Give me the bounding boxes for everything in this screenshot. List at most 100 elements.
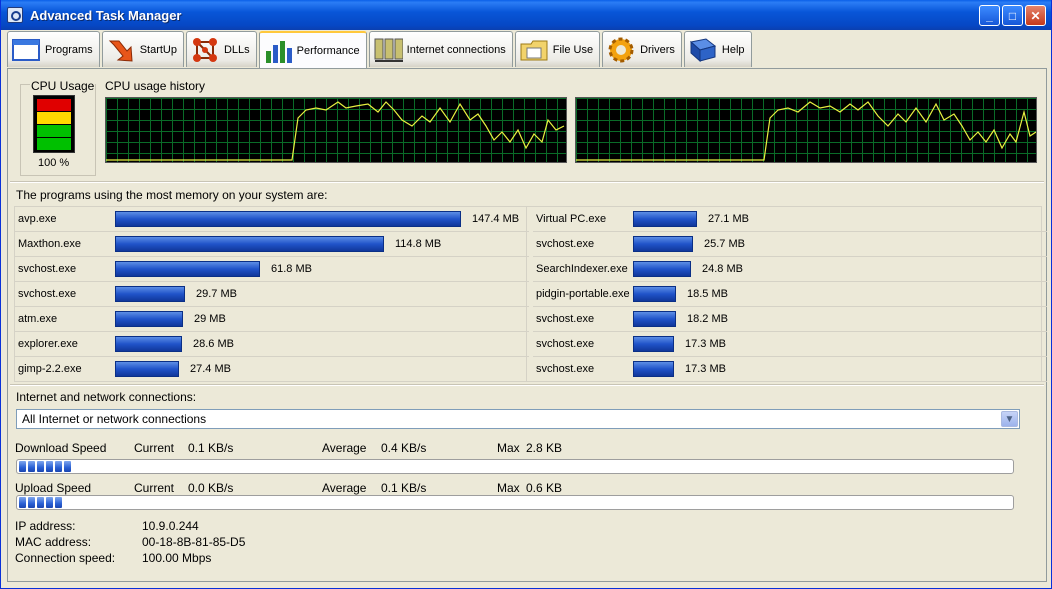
upload-speed-row: Upload Speed Current 0.0 KB/s Average 0.… <box>15 481 1015 495</box>
connection-select-value: All Internet or network connections <box>22 412 207 426</box>
maximize-button[interactable]: □ <box>1002 5 1023 26</box>
column-divider <box>526 206 527 382</box>
progress-segment <box>28 461 35 472</box>
download-current-label: Current <box>134 441 175 455</box>
startup-arrow-icon <box>106 35 136 65</box>
download-speed-label: Download Speed <box>15 441 107 455</box>
memory-size: 27.1 MB <box>708 213 749 225</box>
process-name: svchost.exe <box>536 338 595 350</box>
process-name: Virtual PC.exe <box>536 213 607 225</box>
download-progress-fill <box>19 461 1011 472</box>
performance-panel: CPU Usage 100 % CPU usage history The pr… <box>7 68 1047 582</box>
memory-size: 29.7 MB <box>196 288 237 300</box>
separator <box>10 181 1044 183</box>
tab-performance[interactable]: Performance <box>258 31 367 69</box>
memory-row: atm.exe 29 MB <box>15 307 529 332</box>
memory-size: 147.4 MB <box>472 213 520 225</box>
download-progress-bar <box>16 459 1014 474</box>
cpu-usage-meter <box>33 95 75 153</box>
memory-bar <box>633 236 693 252</box>
memory-size: 25.7 MB <box>704 238 745 250</box>
app-icon <box>7 7 23 23</box>
memory-size: 24.8 MB <box>702 263 743 275</box>
memory-size: 29 MB <box>194 313 226 325</box>
memory-size: 61.8 MB <box>271 263 312 275</box>
memory-bar <box>633 311 676 327</box>
help-book-icon <box>688 35 718 65</box>
connection-speed-value: 100.00 Mbps <box>142 551 212 565</box>
performance-chart-icon <box>263 36 293 66</box>
ip-address-row: IP address: 10.9.0.244 <box>15 519 199 533</box>
window-title: Advanced Task Manager <box>30 7 182 23</box>
memory-bar <box>115 211 461 227</box>
memory-row: svchost.exe 61.8 MB <box>15 257 529 282</box>
progress-segment <box>55 497 62 508</box>
process-name: gimp-2.2.exe <box>18 363 82 375</box>
drivers-gear-icon <box>606 35 636 65</box>
programs-window-icon <box>11 35 41 65</box>
process-name: atm.exe <box>18 313 58 325</box>
memory-bar <box>115 336 182 352</box>
memory-bar <box>633 211 697 227</box>
memory-row: Virtual PC.exe 27.1 MB <box>533 207 1047 232</box>
tab-label: Drivers <box>640 43 675 56</box>
cpu-history-line <box>576 101 1036 161</box>
separator <box>10 384 1044 386</box>
internet-connections-icon <box>373 35 403 65</box>
cpu-history-label: CPU usage history <box>105 79 206 93</box>
progress-segment <box>64 461 71 472</box>
process-name: pidgin-portable.exe <box>536 288 630 300</box>
memory-row: svchost.exe 18.2 MB <box>533 307 1047 332</box>
mac-address-value: 00-18-8B-81-85-D5 <box>142 535 246 549</box>
memory-row: gimp-2.2.exe 27.4 MB <box>15 357 529 382</box>
chevron-down-icon[interactable]: ▼ <box>1001 411 1018 427</box>
tab-internet-connections[interactable]: Internet connections <box>368 31 513 67</box>
title-bar[interactable]: Advanced Task Manager _ □ ✕ <box>1 0 1051 30</box>
download-max-label: Max <box>497 441 520 455</box>
cpu-history-graph-1 <box>105 97 567 163</box>
tab-label: Help <box>721 43 745 56</box>
progress-segment <box>37 497 44 508</box>
progress-segment <box>55 461 62 472</box>
tab-programs[interactable]: Programs <box>7 31 100 67</box>
memory-row: SearchIndexer.exe 24.8 MB <box>533 257 1047 282</box>
download-average-label: Average <box>322 441 367 455</box>
memory-table: avp.exe 147.4 MB Maxthon.exe 114.8 MB svchos… <box>14 206 1047 382</box>
memory-bar <box>115 361 179 377</box>
memory-size: 17.3 MB <box>685 338 726 350</box>
minimize-button[interactable]: _ <box>979 5 1000 26</box>
ip-address-label: IP address: <box>15 519 76 533</box>
memory-row: svchost.exe 29.7 MB <box>15 282 529 307</box>
tab-file-use[interactable]: File Use <box>514 31 601 67</box>
memory-bar <box>115 311 183 327</box>
process-name: svchost.exe <box>536 238 595 250</box>
process-name: explorer.exe <box>18 338 78 350</box>
mac-address-row: MAC address: 00-18-8B-81-85-D5 <box>15 535 245 549</box>
upload-max-value: 0.6 KB <box>526 481 563 495</box>
memory-bar <box>633 361 674 377</box>
close-button[interactable]: ✕ <box>1025 5 1046 26</box>
tab-label: File Use <box>552 43 594 56</box>
process-name: Maxthon.exe <box>18 238 81 250</box>
tab-startup[interactable]: StartUp <box>101 31 184 67</box>
memory-section-title: The programs using the most memory on yo… <box>16 188 328 202</box>
tab-dlls[interactable]: DLLs <box>185 31 257 67</box>
memory-row: svchost.exe 17.3 MB <box>533 357 1047 382</box>
progress-segment <box>19 497 26 508</box>
tab-label: Performance <box>296 45 360 57</box>
progress-segment <box>46 497 53 508</box>
tab-help[interactable]: Help <box>683 31 752 67</box>
connection-speed-label: Connection speed: <box>15 551 116 565</box>
memory-size: 28.6 MB <box>193 338 234 350</box>
memory-row: pidgin-portable.exe 18.5 MB <box>533 282 1047 307</box>
connection-select[interactable]: All Internet or network connections ▼ <box>16 409 1020 429</box>
memory-bar <box>115 286 185 302</box>
upload-max-label: Max <box>497 481 520 495</box>
network-section-title: Internet and network connections: <box>16 390 197 404</box>
tab-label: DLLs <box>223 43 250 56</box>
process-name: svchost.exe <box>536 363 595 375</box>
tab-drivers[interactable]: Drivers <box>602 31 682 67</box>
memory-row: explorer.exe 28.6 MB <box>15 332 529 357</box>
progress-segment <box>28 497 35 508</box>
upload-progress-fill <box>19 497 1011 508</box>
